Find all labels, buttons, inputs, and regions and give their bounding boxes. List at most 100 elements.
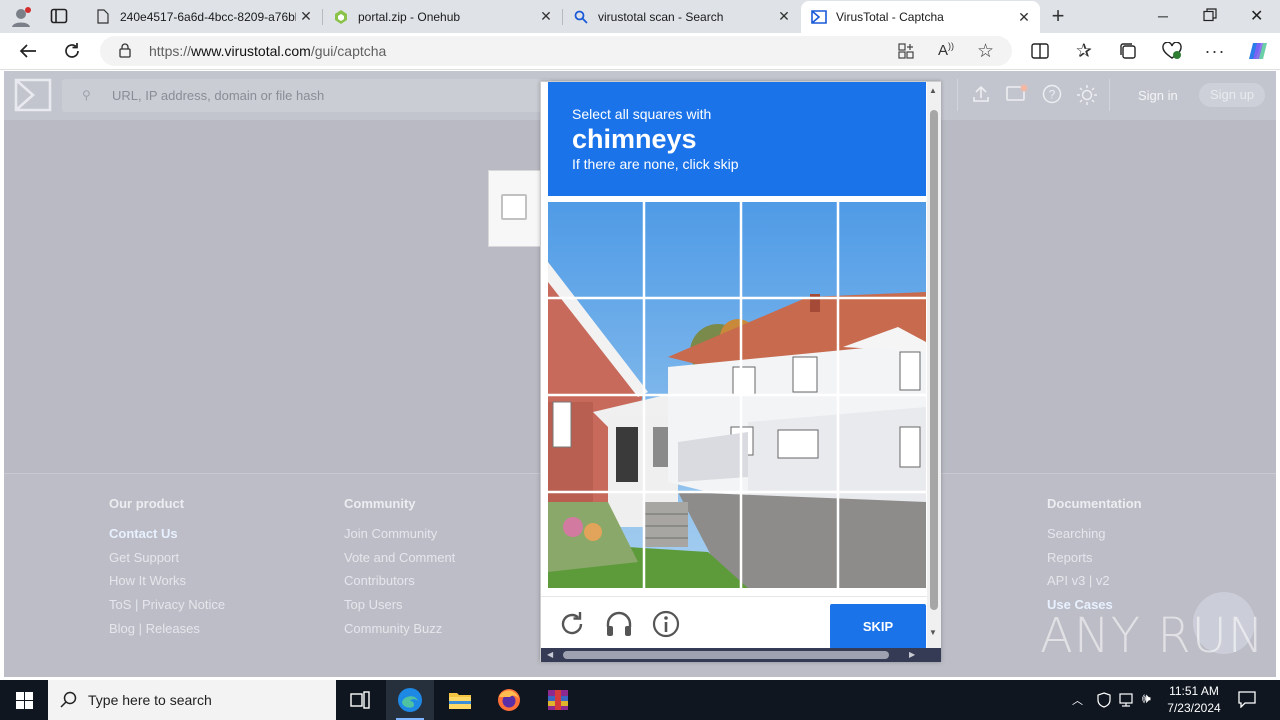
footer-link[interactable]: Community Buzz [344,621,455,645]
apps-icon[interactable] [898,43,914,64]
reload-icon[interactable] [557,609,587,639]
captcha-hint-text: If there are none, click skip [572,156,739,172]
tab-label: portal.zip - Onehub [358,9,461,24]
refresh-icon[interactable] [56,35,88,67]
footer-heading: Our product [109,496,185,511]
tab-onehub[interactable]: portal.zip - Onehub ✕ [323,1,563,32]
theme-toggle-icon[interactable] [1076,84,1098,111]
sign-in-link[interactable]: Sign in [1138,88,1178,103]
footer-link[interactable]: Blog | Releases [109,621,225,645]
upload-icon[interactable] [972,85,990,108]
footer-link[interactable]: ToS | Privacy Notice [109,597,225,621]
close-icon[interactable]: ✕ [296,8,316,25]
footer-link[interactable]: Searching [1047,526,1142,550]
recaptcha-checkbox[interactable] [501,194,527,220]
windows-start-icon[interactable] [0,680,48,720]
anyrun-watermark: ANY RUN [1040,608,1265,664]
scroll-thumb[interactable] [563,651,889,659]
footer-column-product: Our product Contact Us Get Support How I… [109,496,225,644]
browser-toolbar: https://www.virustotal.com/gui/captcha A… [0,33,1280,70]
virustotal-logo-icon[interactable] [14,78,52,117]
notifications-icon[interactable] [1006,84,1028,109]
vt-search-input[interactable]: URL, IP address, domain or file hash [112,88,324,103]
tab-file[interactable]: 240e4517-6a6d-4bcc-8209-a76bb ✕ [85,1,323,32]
captcha-target-word: chimneys [572,124,697,154]
skip-button[interactable]: SKIP [830,604,926,649]
captcha-challenge: Select all squares with chimneys If ther… [540,81,941,662]
close-icon[interactable]: ✕ [1014,9,1034,26]
network-icon[interactable] [1119,692,1137,713]
profile-avatar-icon[interactable] [10,6,32,28]
back-icon[interactable] [12,35,44,67]
sign-up-button[interactable]: Sign up [1199,83,1265,107]
clock-date: 7/23/2024 [1167,701,1221,715]
favorites-icon[interactable]: ✰ [1068,35,1100,67]
scroll-left-icon[interactable]: ◀ [547,650,553,659]
footer-link[interactable]: Join Community [344,526,455,550]
edge-taskbar-icon[interactable] [386,680,434,720]
footer-heading: Community [344,496,416,511]
footer-link[interactable]: Vote and Comment [344,550,455,574]
close-icon[interactable]: ✕ [774,8,794,25]
scroll-right-icon[interactable]: ▶ [909,650,915,659]
footer-link[interactable]: Contributors [344,573,455,597]
captcha-footer: SKIP [541,596,931,649]
tab-strip: 240e4517-6a6d-4bcc-8209-a76bb ✕ portal.z… [0,0,1280,33]
divider [957,79,958,111]
scroll-thumb[interactable] [930,110,938,610]
footer-link[interactable]: Contact Us [109,526,225,550]
new-tab-icon[interactable]: + [1047,5,1069,28]
collections-icon[interactable] [1112,35,1144,67]
read-aloud-icon[interactable]: A)) [938,41,954,59]
split-screen-icon[interactable] [1024,35,1056,67]
info-icon[interactable] [651,609,681,639]
more-options-icon[interactable]: ··· [1199,35,1231,67]
file-explorer-icon[interactable] [436,680,484,720]
address-bar[interactable]: https://www.virustotal.com/gui/captcha A… [100,36,1012,66]
divider [1109,79,1110,111]
clock-time: 11:51 AM [1169,684,1219,698]
volume-icon[interactable]: 🕪 [1142,690,1151,707]
favorite-star-icon[interactable]: ☆ [977,40,994,63]
footer-link[interactable]: Top Users [344,597,455,621]
task-view-icon[interactable] [336,680,384,720]
notification-center-icon[interactable] [1238,691,1256,713]
footer-link[interactable]: Get Support [109,550,225,574]
svg-text:?: ? [1049,88,1056,102]
footer-link[interactable]: Reports [1047,550,1142,574]
captcha-instructions: Select all squares with chimneys If ther… [548,82,926,196]
security-tray-icon[interactable] [1096,692,1112,713]
url-text: https://www.virustotal.com/gui/captcha [149,43,387,59]
tab-label: virustotal scan - Search [598,9,724,24]
lock-icon[interactable] [119,43,131,63]
browser-essentials-icon[interactable] [1156,35,1188,67]
hidden-icons-chevron-icon[interactable]: ︿ [1072,692,1083,708]
window-close-icon[interactable]: ✕ [1250,6,1263,26]
onehub-icon [333,9,349,25]
virustotal-icon [811,9,827,25]
restore-icon[interactable] [1203,8,1217,22]
winrar-icon[interactable] [534,680,582,720]
close-icon[interactable]: ✕ [536,8,556,25]
tab-actions-icon[interactable] [50,8,68,24]
tab-search[interactable]: virustotal scan - Search ✕ [563,1,800,32]
horizontal-scrollbar[interactable]: ◀ ▶ [541,648,941,662]
copilot-icon[interactable] [1242,35,1274,67]
footer-link[interactable]: How It Works [109,573,225,597]
recaptcha-anchor [488,170,542,247]
taskbar-search-box[interactable]: Type here to search [48,680,336,720]
taskbar-clock[interactable]: 11:51 AM 7/23/2024 [1160,683,1228,717]
minimize-icon[interactable]: ─ [1158,8,1168,24]
footer-link[interactable]: API v3 | v2 [1047,573,1142,597]
tab-virustotal[interactable]: VirusTotal - Captcha ✕ [801,1,1040,33]
vertical-scrollbar[interactable]: ▲ ▼ [927,82,941,648]
firefox-icon[interactable] [485,680,533,720]
audio-challenge-icon[interactable] [604,609,634,639]
file-icon [95,9,111,25]
vt-search-box[interactable]: ⚲ URL, IP address, domain or file hash [62,79,552,112]
footer-column-documentation: Documentation Searching Reports API v3 |… [1047,496,1142,621]
scroll-up-icon[interactable]: ▲ [929,86,937,95]
footer-column-community: Community Join Community Vote and Commen… [344,496,455,644]
help-icon[interactable]: ? [1042,84,1062,109]
scroll-down-icon[interactable]: ▼ [929,628,937,637]
